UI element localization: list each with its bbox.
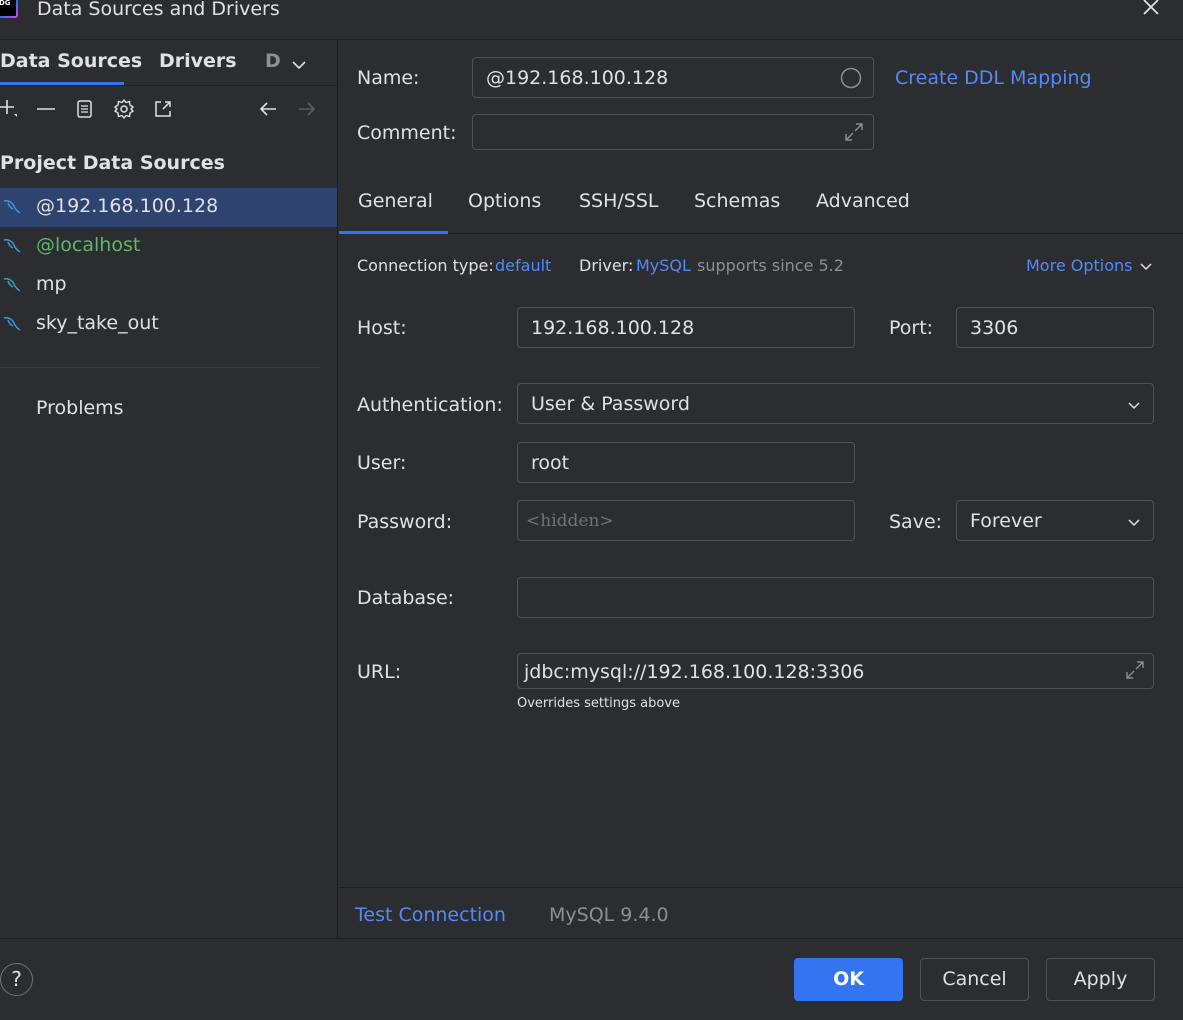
back-arrow-icon[interactable] bbox=[257, 98, 279, 120]
datasource-item-sky-take-out[interactable]: sky_take_out bbox=[0, 305, 337, 344]
url-label: URL: bbox=[357, 661, 402, 683]
datasource-label: @192.168.100.128 bbox=[36, 195, 219, 217]
name-value: @192.168.100.128 bbox=[486, 67, 669, 89]
datasource-item-mp[interactable]: mp bbox=[0, 266, 337, 305]
name-label: Name: bbox=[357, 67, 420, 89]
authentication-select[interactable]: User & Password bbox=[517, 383, 1154, 424]
chevron-down-icon[interactable] bbox=[1139, 259, 1153, 273]
datasource-label: sky_take_out bbox=[36, 312, 159, 334]
url-input[interactable]: jdbc:mysql://192.168.100.128:3306 bbox=[517, 653, 1154, 689]
close-icon[interactable] bbox=[1140, 0, 1162, 18]
save-label: Save: bbox=[889, 511, 943, 533]
url-note: Overrides settings above bbox=[517, 696, 680, 711]
section-title: Project Data Sources bbox=[0, 152, 225, 174]
driver-label: Driver: bbox=[579, 256, 634, 275]
title-bar: DG Data Sources and Drivers bbox=[0, 0, 1183, 40]
save-value: Forever bbox=[970, 510, 1042, 532]
forward-arrow-icon[interactable] bbox=[296, 98, 318, 120]
port-input[interactable]: 3306 bbox=[956, 307, 1154, 348]
tabs-overflow-chevron-down-icon[interactable] bbox=[290, 56, 308, 74]
authentication-value: User & Password bbox=[531, 393, 690, 415]
color-circle-icon[interactable] bbox=[840, 67, 862, 89]
cancel-button[interactable]: Cancel bbox=[920, 958, 1029, 1001]
password-input[interactable]: <hidden> bbox=[517, 500, 855, 541]
tabs-divider bbox=[0, 85, 338, 86]
datasource-item-localhost[interactable]: @localhost bbox=[0, 227, 337, 266]
window-title: Data Sources and Drivers bbox=[37, 0, 280, 20]
expand-icon[interactable] bbox=[1124, 659, 1146, 681]
logo-text: DG bbox=[0, 0, 16, 16]
chevron-down-icon bbox=[1128, 402, 1140, 410]
host-label: Host: bbox=[357, 317, 407, 339]
host-input[interactable]: 192.168.100.128 bbox=[517, 307, 855, 348]
comment-label: Comment: bbox=[357, 122, 457, 144]
password-placeholder: <hidden> bbox=[526, 511, 614, 531]
url-value: jdbc:mysql://192.168.100.128:3306 bbox=[524, 661, 865, 683]
right-footer: Test Connection MySQL 9.4.0 bbox=[339, 887, 1183, 938]
datagrip-logo-icon: DG bbox=[0, 0, 18, 18]
tab-advanced[interactable]: Advanced bbox=[816, 190, 910, 212]
port-label: Port: bbox=[889, 317, 934, 339]
apply-button[interactable]: Apply bbox=[1046, 958, 1155, 1001]
mysql-dolphin-icon bbox=[3, 200, 21, 214]
password-label: Password: bbox=[357, 511, 453, 533]
mysql-dolphin-icon bbox=[3, 317, 21, 331]
export-icon[interactable] bbox=[152, 98, 174, 120]
ok-button[interactable]: OK bbox=[794, 958, 903, 1001]
driver-link[interactable]: MySQL bbox=[636, 256, 691, 275]
datasource-item-192-168-100-128[interactable]: @192.168.100.128 bbox=[0, 188, 337, 227]
mysql-dolphin-icon bbox=[3, 278, 21, 292]
create-ddl-mapping-link[interactable]: Create DDL Mapping bbox=[895, 67, 1092, 89]
save-select[interactable]: Forever bbox=[956, 500, 1154, 541]
comment-input[interactable] bbox=[472, 114, 874, 150]
test-connection-link[interactable]: Test Connection bbox=[355, 904, 506, 926]
tab-data-sources[interactable]: Data Sources bbox=[0, 50, 142, 72]
tab-drivers[interactable]: Drivers bbox=[159, 50, 237, 72]
tab-schemas[interactable]: Schemas bbox=[694, 190, 780, 212]
active-tab-indicator bbox=[339, 231, 448, 234]
copy-icon[interactable] bbox=[74, 98, 96, 120]
divider bbox=[0, 367, 320, 368]
driver-note: supports since 5.2 bbox=[697, 256, 844, 275]
chevron-down-icon bbox=[1128, 519, 1140, 527]
connection-type-link[interactable]: default bbox=[495, 256, 551, 275]
connection-type-label: Connection type: bbox=[357, 256, 494, 275]
right-panel: Name: @192.168.100.128 Create DDL Mappin… bbox=[339, 40, 1183, 888]
left-panel: Data Sources Drivers D Project Data Sour… bbox=[0, 40, 338, 938]
tabs-divider bbox=[339, 233, 1183, 234]
name-input[interactable]: @192.168.100.128 bbox=[472, 57, 874, 98]
remove-icon[interactable] bbox=[35, 98, 57, 120]
tab-general[interactable]: General bbox=[358, 190, 433, 212]
tab-ddl-mappings[interactable]: D bbox=[265, 50, 281, 72]
port-value: 3306 bbox=[970, 317, 1019, 339]
host-value: 192.168.100.128 bbox=[531, 317, 695, 339]
database-label: Database: bbox=[357, 587, 455, 609]
add-icon[interactable] bbox=[0, 98, 20, 120]
datasource-label: mp bbox=[36, 273, 67, 295]
mysql-dolphin-icon bbox=[3, 239, 21, 253]
datasource-label: @localhost bbox=[36, 234, 141, 256]
expand-icon[interactable] bbox=[843, 121, 865, 143]
server-version: MySQL 9.4.0 bbox=[549, 904, 669, 926]
tab-options[interactable]: Options bbox=[468, 190, 541, 212]
user-input[interactable]: root bbox=[517, 442, 855, 483]
problems-item[interactable]: Problems bbox=[36, 397, 124, 419]
help-button[interactable]: ? bbox=[0, 963, 33, 996]
settings-gear-icon[interactable] bbox=[113, 98, 135, 120]
tab-ssh-ssl[interactable]: SSH/SSL bbox=[579, 190, 659, 212]
database-input[interactable] bbox=[517, 577, 1154, 618]
authentication-label: Authentication: bbox=[357, 394, 503, 416]
user-label: User: bbox=[357, 452, 407, 474]
user-value: root bbox=[531, 452, 570, 474]
dialog-button-bar: ? OK Cancel Apply bbox=[0, 938, 1183, 1020]
more-options-link[interactable]: More Options bbox=[1026, 256, 1132, 275]
